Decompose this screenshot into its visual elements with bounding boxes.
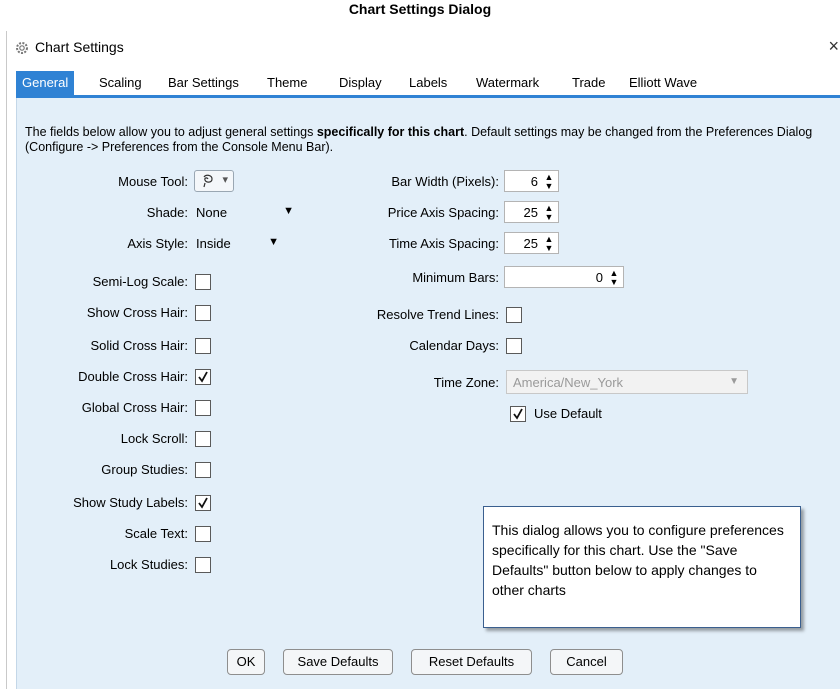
time-zone-label: Time Zone: <box>433 375 499 390</box>
calendar-days-checkbox[interactable] <box>506 338 522 354</box>
chevron-down-icon: ▼ <box>729 376 739 387</box>
checkmark-icon <box>513 408 523 420</box>
spinner-arrows: ▲▼ <box>544 234 554 252</box>
time-zone-select[interactable]: America/New_York ▼ <box>506 370 748 394</box>
spinner-arrows: ▲▼ <box>544 172 554 190</box>
minimum-bars-label: Minimum Bars: <box>412 270 499 285</box>
resolve-trend-lines-label: Resolve Trend Lines: <box>376 307 499 322</box>
show-study-labels-checkbox[interactable] <box>195 495 211 511</box>
time-axis-spacing-spinner[interactable]: 25 ▲▼ <box>504 232 559 254</box>
price-axis-spacing-spinner[interactable]: 25 ▲▼ <box>504 201 559 223</box>
bar-width-value: 6 <box>530 174 538 189</box>
lock-scroll-checkbox[interactable] <box>195 431 211 447</box>
ok-button[interactable]: OK <box>227 649 265 675</box>
semi-log-scale-checkbox[interactable] <box>195 274 211 290</box>
checkmark-icon <box>198 497 208 509</box>
global-cross-hair-checkbox[interactable] <box>195 400 211 416</box>
spinner-arrows-icon[interactable]: ▲▼ <box>609 268 619 287</box>
tab-scaling[interactable]: Scaling <box>99 75 142 90</box>
lock-studies-label: Lock Studies: <box>109 557 188 572</box>
resolve-trend-lines-checkbox[interactable] <box>506 307 522 323</box>
solid-cross-hair-checkbox[interactable] <box>195 338 211 354</box>
global-cross-hair-label: Global Cross Hair: <box>81 400 188 415</box>
tab-labels[interactable]: Labels <box>409 75 447 90</box>
group-studies-checkbox[interactable] <box>195 462 211 478</box>
tab-watermark[interactable]: Watermark <box>476 75 539 90</box>
lock-studies-checkbox[interactable] <box>195 557 211 573</box>
bar-width-label: Bar Width (Pixels): <box>391 174 499 189</box>
axis-style-value: Inside <box>196 236 231 251</box>
chevron-down-icon: ▾ <box>222 174 228 186</box>
shade-value: None <box>196 205 228 220</box>
dialog-title: Chart Settings <box>35 39 124 55</box>
general-panel: The fields below allow you to adjust gen… <box>16 98 840 689</box>
spinner-arrows-icon[interactable]: ▲▼ <box>544 172 554 191</box>
price-axis-spacing-value: 25 <box>523 205 538 220</box>
chevron-down-icon: ▼ <box>283 205 294 217</box>
figure-caption: Chart Settings Dialog <box>348 1 492 17</box>
scale-text-checkbox[interactable] <box>195 526 211 542</box>
save-defaults-button[interactable]: Save Defaults <box>283 649 393 675</box>
gear-icon <box>15 41 29 55</box>
checkmark-icon <box>198 371 208 383</box>
use-default-checkbox[interactable] <box>510 406 526 422</box>
time-axis-spacing-label: Time Axis Spacing: <box>388 236 499 251</box>
spinner-arrows: ▲▼ <box>544 203 554 221</box>
double-cross-hair-checkbox[interactable] <box>195 369 211 385</box>
semi-log-scale-label: Semi-Log Scale: <box>92 274 188 289</box>
chevron-down-icon: ▼ <box>268 236 279 248</box>
description-text: The fields below allow you to adjust gen… <box>25 125 835 155</box>
time-axis-spacing-value: 25 <box>523 236 538 251</box>
cancel-button[interactable]: Cancel <box>550 649 623 675</box>
spinner-arrows: ▲▼ <box>609 268 619 286</box>
spinner-arrows-icon[interactable]: ▲▼ <box>544 234 554 253</box>
description-part1: The fields below allow you to adjust gen… <box>25 125 317 139</box>
close-icon[interactable]: × <box>828 36 839 57</box>
tab-bar-settings[interactable]: Bar Settings <box>168 75 239 90</box>
double-cross-hair-label: Double Cross Hair: <box>78 369 188 384</box>
tab-theme[interactable]: Theme <box>267 75 307 90</box>
show-cross-hair-label: Show Cross Hair: <box>86 305 188 320</box>
axis-style-label: Axis Style: <box>127 236 188 251</box>
tab-elliott-wave[interactable]: Elliott Wave <box>629 75 697 90</box>
lasso-icon <box>200 174 216 191</box>
spinner-arrows-icon[interactable]: ▲▼ <box>544 203 554 222</box>
tab-general[interactable]: General <box>16 71 75 95</box>
lock-scroll-label: Lock Scroll: <box>120 431 188 446</box>
scale-text-label: Scale Text: <box>124 526 188 541</box>
title-bar: Chart Settings × <box>7 31 840 65</box>
minimum-bars-value: 0 <box>595 270 603 285</box>
price-axis-spacing-label: Price Axis Spacing: <box>387 205 499 220</box>
group-studies-label: Group Studies: <box>101 462 188 477</box>
calendar-days-label: Calendar Days: <box>409 338 499 353</box>
minimum-bars-spinner[interactable]: 0 ▲▼ <box>504 266 624 288</box>
bar-width-spinner[interactable]: 6 ▲▼ <box>504 170 559 192</box>
time-zone-value: America/New_York <box>513 375 624 390</box>
mouse-tool-label: Mouse Tool: <box>118 174 188 189</box>
axis-style-select[interactable]: Inside ▼ <box>192 232 285 254</box>
shade-select[interactable]: None ▼ <box>192 201 300 223</box>
show-study-labels-label: Show Study Labels: <box>73 495 188 510</box>
tab-trade[interactable]: Trade <box>572 75 605 90</box>
description-bold: specifically for this chart <box>316 125 465 139</box>
show-cross-hair-checkbox[interactable] <box>195 305 211 321</box>
tab-bar: General Scaling Bar Settings Theme Displ… <box>16 71 840 98</box>
chart-settings-dialog: Chart Settings × General Scaling Bar Set… <box>6 31 840 689</box>
mouse-tool-button[interactable]: ▾ <box>194 170 234 192</box>
reset-defaults-button[interactable]: Reset Defaults <box>411 649 532 675</box>
use-default-label: Use Default <box>534 406 602 421</box>
tab-display[interactable]: Display <box>339 75 382 90</box>
solid-cross-hair-label: Solid Cross Hair: <box>90 338 188 353</box>
shade-label: Shade: <box>146 205 188 220</box>
info-callout: This dialog allows you to configure pref… <box>483 506 801 628</box>
